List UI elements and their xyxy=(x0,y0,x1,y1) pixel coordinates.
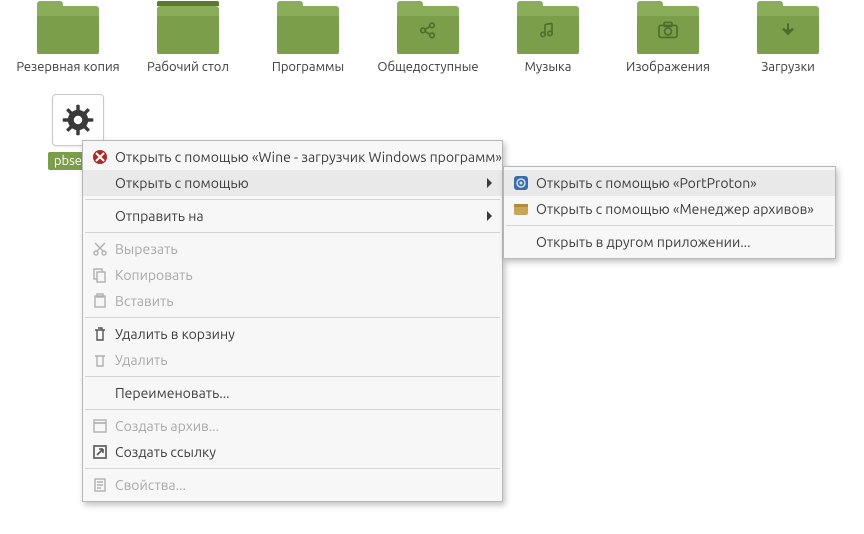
delete-icon xyxy=(91,351,109,369)
menu-label: Копировать xyxy=(115,267,492,283)
menu-send-to[interactable]: Отправить на xyxy=(83,203,502,229)
trash-icon xyxy=(91,325,109,343)
context-menu: Открыть с помощью «Wine - загрузчик Wind… xyxy=(82,140,503,502)
portproton-icon xyxy=(512,174,530,192)
menu-paste[interactable]: Вставить xyxy=(83,288,502,314)
cut-icon xyxy=(91,240,109,258)
folder-public[interactable]: Общедоступные xyxy=(368,6,488,74)
menu-label: Создать архив... xyxy=(115,418,492,434)
submenu-open-with: Открыть с помощью «PortProton» Открыть с… xyxy=(503,166,836,259)
link-icon xyxy=(91,443,109,461)
folder-pictures[interactable]: Изображения xyxy=(608,6,728,74)
menu-cut[interactable]: Вырезать xyxy=(83,236,502,262)
folder-label: Программы xyxy=(272,60,344,74)
menu-copy[interactable]: Копировать xyxy=(83,262,502,288)
copy-icon xyxy=(91,266,109,284)
folder-icon xyxy=(637,6,699,54)
menu-open-with-wine[interactable]: Открыть с помощью «Wine - загрузчик Wind… xyxy=(83,144,502,170)
menu-separator xyxy=(85,232,500,233)
menu-label: Отправить на xyxy=(115,208,479,224)
menu-separator xyxy=(85,409,500,410)
menu-label: Открыть с помощью xyxy=(115,175,479,191)
folder-music[interactable]: Музыка xyxy=(488,6,608,74)
download-icon xyxy=(778,20,798,44)
submenu-other-app[interactable]: Открыть в другом приложении... xyxy=(504,229,835,255)
menu-label: Удалить в корзину xyxy=(115,326,492,342)
submenu-arrow-icon xyxy=(487,178,492,188)
menu-label: Открыть с помощью «PortProton» xyxy=(536,175,825,191)
folder-desktop[interactable]: Рабочий стол xyxy=(128,6,248,74)
menu-move-to-trash[interactable]: Удалить в корзину xyxy=(83,321,502,347)
archive-mgr-icon xyxy=(512,200,530,218)
folder-icon xyxy=(37,6,99,54)
menu-label: Вырезать xyxy=(115,241,492,257)
folder-label: Резервная копия xyxy=(16,60,119,74)
menu-label: Вставить xyxy=(115,293,492,309)
folder-label: Общедоступные xyxy=(377,60,478,74)
props-icon xyxy=(91,476,109,494)
menu-open-with[interactable]: Открыть с помощью xyxy=(83,170,502,196)
submenu-archive-manager[interactable]: Открыть с помощью «Менеджер архивов» xyxy=(504,196,835,222)
archive-icon xyxy=(91,417,109,435)
folder-downloads[interactable]: Загрузки xyxy=(728,6,848,74)
menu-properties[interactable]: Свойства... xyxy=(83,472,502,498)
menu-rename[interactable]: Переименовать... xyxy=(83,380,502,406)
menu-separator xyxy=(85,199,500,200)
folder-icon xyxy=(517,6,579,54)
menu-label: Переименовать... xyxy=(115,385,492,401)
menu-separator xyxy=(85,376,500,377)
menu-delete[interactable]: Удалить xyxy=(83,347,502,373)
folder-backup[interactable]: Резервная копия xyxy=(8,6,128,74)
menu-separator xyxy=(506,225,833,226)
music-icon xyxy=(538,20,558,44)
folder-label: Изображения xyxy=(626,60,710,74)
submenu-arrow-icon xyxy=(487,211,492,221)
folder-icon xyxy=(757,6,819,54)
submenu-portproton[interactable]: Открыть с помощью «PortProton» xyxy=(504,170,835,196)
camera-icon xyxy=(657,20,679,44)
wine-icon xyxy=(91,148,109,166)
menu-label: Открыть с помощью «Менеджер архивов» xyxy=(536,201,825,217)
share-icon xyxy=(418,20,438,44)
desktop-view: Резервная копия Рабочий стол Программы О… xyxy=(0,0,864,74)
menu-create-archive[interactable]: Создать архив... xyxy=(83,413,502,439)
folder-label: Рабочий стол xyxy=(147,60,229,74)
folder-programs[interactable]: Программы xyxy=(248,6,368,74)
folder-icon xyxy=(277,6,339,54)
menu-create-link[interactable]: Создать ссылку xyxy=(83,439,502,465)
paste-icon xyxy=(91,292,109,310)
folder-icon xyxy=(157,6,219,54)
menu-separator xyxy=(85,468,500,469)
menu-label: Свойства... xyxy=(115,477,492,493)
folder-icon xyxy=(397,6,459,54)
gear-icon xyxy=(52,94,104,146)
menu-label: Удалить xyxy=(115,352,492,368)
folder-label: Музыка xyxy=(525,60,572,74)
menu-separator xyxy=(85,317,500,318)
folder-label: Загрузки xyxy=(761,60,815,74)
menu-label: Открыть с помощью «Wine - загрузчик Wind… xyxy=(115,149,502,165)
menu-label: Создать ссылку xyxy=(115,444,492,460)
menu-label: Открыть в другом приложении... xyxy=(536,234,825,250)
